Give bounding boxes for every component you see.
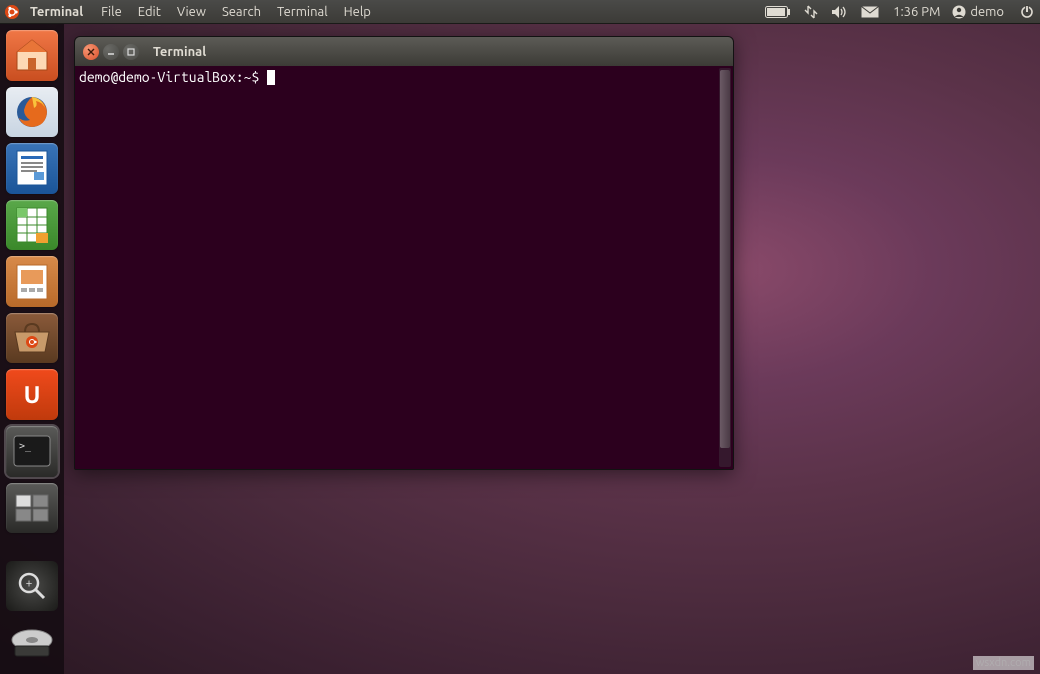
terminal-prompt: demo@demo-VirtualBox:~$ [79,69,267,85]
svg-text:>_: >_ [19,441,32,452]
network-icon[interactable] [797,0,825,24]
session-menu[interactable]: demo [948,5,1014,19]
volume-icon[interactable] [825,0,855,24]
menu-help[interactable]: Help [336,5,379,19]
battery-icon[interactable] [759,0,797,24]
svg-text:U: U [24,381,41,408]
terminal-cursor [267,70,275,85]
terminal-titlebar[interactable]: Terminal [75,37,733,66]
watermark: wsxdn.com [973,656,1034,670]
unity-launcher: U >_ + [0,24,64,674]
launcher-firefox[interactable] [6,87,58,138]
active-app-name: Terminal [24,5,93,19]
terminal-title: Terminal [143,45,206,59]
top-menubar: Terminal File Edit View Search Terminal … [0,0,1040,24]
launcher-libreoffice-impress[interactable] [6,256,58,307]
username-label: demo [966,5,1010,19]
clock[interactable]: 1:36 PM [885,5,948,19]
scrollbar-thumb[interactable] [720,70,730,448]
menu-file[interactable]: File [93,5,130,19]
terminal-scrollbar[interactable] [719,68,731,467]
launcher-libreoffice-writer[interactable] [6,143,58,194]
ubuntu-logo-icon[interactable] [0,0,24,24]
launcher-workspace-switcher[interactable] [6,483,58,534]
messaging-icon[interactable] [855,0,885,24]
launcher-libreoffice-calc[interactable] [6,200,58,251]
window-maximize-button[interactable] [123,44,139,60]
window-close-button[interactable] [83,44,99,60]
terminal-window: Terminal demo@demo-VirtualBox:~$ [74,36,734,470]
power-icon[interactable] [1014,0,1040,24]
launcher-ubuntu-one[interactable]: U [6,369,58,420]
launcher-disc-drive[interactable] [6,617,58,668]
terminal-body[interactable]: demo@demo-VirtualBox:~$ [75,66,733,469]
menu-terminal[interactable]: Terminal [269,5,336,19]
menu-search[interactable]: Search [214,5,269,19]
menu-edit[interactable]: Edit [130,5,169,19]
svg-text:+: + [26,577,33,590]
launcher-nautilus-home[interactable] [6,30,58,81]
menu-view[interactable]: View [169,5,214,19]
user-icon [952,5,966,19]
launcher-software-center[interactable] [6,313,58,364]
window-minimize-button[interactable] [103,44,119,60]
launcher-terminal[interactable]: >_ [6,426,58,477]
launcher-files-lens[interactable]: + [6,561,58,612]
